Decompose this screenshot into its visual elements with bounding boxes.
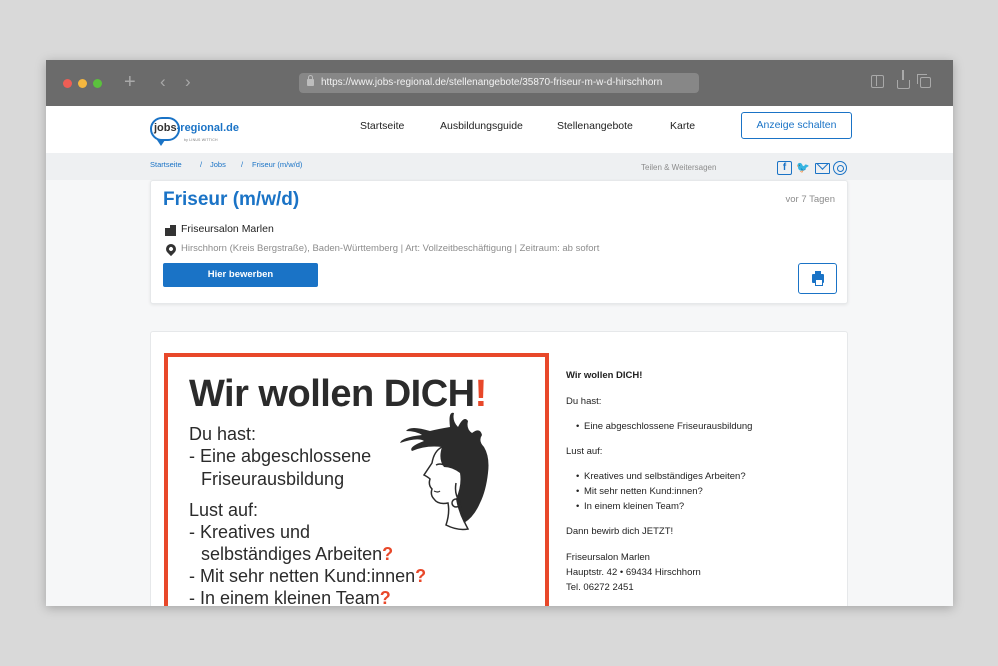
browser-titlebar: + ‹ › https://www.jobs-regional.de/stell… [46,60,953,106]
du-hast-heading: Du hast: [566,396,602,407]
job-description-card: Wir wollen DICH! Du hast: - Eine abgesch… [150,331,848,606]
anzeige-schalten-button[interactable]: Anzeige schalten [741,112,852,139]
poster-line: - Eine abgeschlossene [189,446,372,466]
job-header-card: Friseur (m/w/d) vor 7 Tagen Friseursalon… [150,180,848,304]
address-bar[interactable]: https://www.jobs-regional.de/stellenange… [299,73,699,93]
lock-icon [307,75,314,86]
facebook-icon[interactable]: f [777,161,792,175]
share-label: Teilen & Weitersagen [641,163,717,172]
close-window-button[interactable] [63,79,72,88]
poster-line: - Kreatives und [189,522,311,542]
list-item: Kreatives und selbständiges Arbeiten? [576,471,746,482]
poster-line: Lust auf: [189,500,259,520]
twitter-icon[interactable]: 🐦 [796,161,811,175]
list-item: Eine abgeschlossene Friseurausbildung [576,421,752,432]
poster-line: - Mit sehr netten Kund:innen? [189,566,427,586]
logo-accent: -regional.de [176,122,239,134]
breadcrumb-separator: / [200,160,203,169]
location-pin-icon [163,241,179,257]
browser-window: + ‹ › https://www.jobs-regional.de/stell… [46,60,953,606]
contact-line: Friseursalon Marlen [566,552,650,563]
page-content: jobs-regional.de by LINUS WITTICH Starts… [46,106,953,606]
woman-illustration [400,412,489,531]
tabs-overview-icon[interactable] [917,74,931,88]
nav-karte[interactable]: Karte [670,120,695,132]
lust-auf-heading: Lust auf: [566,446,603,457]
building-icon [165,225,176,236]
new-tab-icon[interactable]: + [124,72,136,92]
print-button[interactable] [798,263,837,294]
forward-arrow-icon[interactable]: › [185,72,191,92]
nav-stellenangebote[interactable]: Stellenangebote [557,120,633,132]
mail-icon[interactable] [815,163,830,174]
breadcrumb-jobs[interactable]: Jobs [210,160,226,169]
url-text: https://www.jobs-regional.de/stellenange… [321,77,663,88]
job-title: Friseur (m/w/d) [163,189,300,210]
breadcrumb-separator: / [241,160,244,169]
site-logo[interactable]: jobs-regional.de by LINUS WITTICH [150,115,250,149]
description-headline: Wir wollen DICH! [566,370,643,381]
job-location: Hirschhorn (Kreis Bergstraße), Baden-Wür… [181,243,600,254]
poster-line: Friseurausbildung [201,469,345,489]
logo-subtitle: by LINUS WITTICH [184,138,218,142]
nav-startseite[interactable]: Startseite [360,120,404,132]
company-name: Friseursalon Marlen [181,223,274,235]
list-item: Mit sehr netten Kund:innen? [576,486,703,497]
list-item: In einem kleinen Team? [576,501,684,512]
description-cta: Dann bewirb dich JETZT! [566,526,674,537]
site-header: jobs-regional.de by LINUS WITTICH Starts… [46,106,953,153]
sidebar-icon[interactable] [871,75,884,88]
printer-icon [812,271,824,286]
contact-line: Tel. 06272 2451 [566,582,634,593]
contact-line: Hauptstr. 42 • 69434 Hirschhorn [566,567,701,578]
share-icon[interactable] [897,70,910,89]
nav-ausbildungsguide[interactable]: Ausbildungsguide [440,120,523,132]
breadcrumb-startseite[interactable]: Startseite [150,160,182,169]
minimize-window-button[interactable] [78,79,87,88]
maximize-window-button[interactable] [93,79,102,88]
job-age: vor 7 Tagen [785,194,835,205]
breadcrumb: Startseite / Jobs / Friseur (m/w/d) Teil… [46,153,953,180]
back-arrow-icon[interactable]: ‹ [160,72,166,92]
logo-main: jobs [154,122,177,134]
poster-line: selbständiges Arbeiten? [201,544,394,564]
job-poster-image: Wir wollen DICH! Du hast: - Eine abgesch… [164,353,549,606]
apply-button[interactable]: Hier bewerben [163,263,318,287]
poster-line: - In einem kleinen Team? [189,588,391,606]
poster-line: Du hast: [189,424,257,444]
breadcrumb-current[interactable]: Friseur (m/w/d) [252,160,302,169]
whatsapp-icon[interactable] [833,161,847,175]
